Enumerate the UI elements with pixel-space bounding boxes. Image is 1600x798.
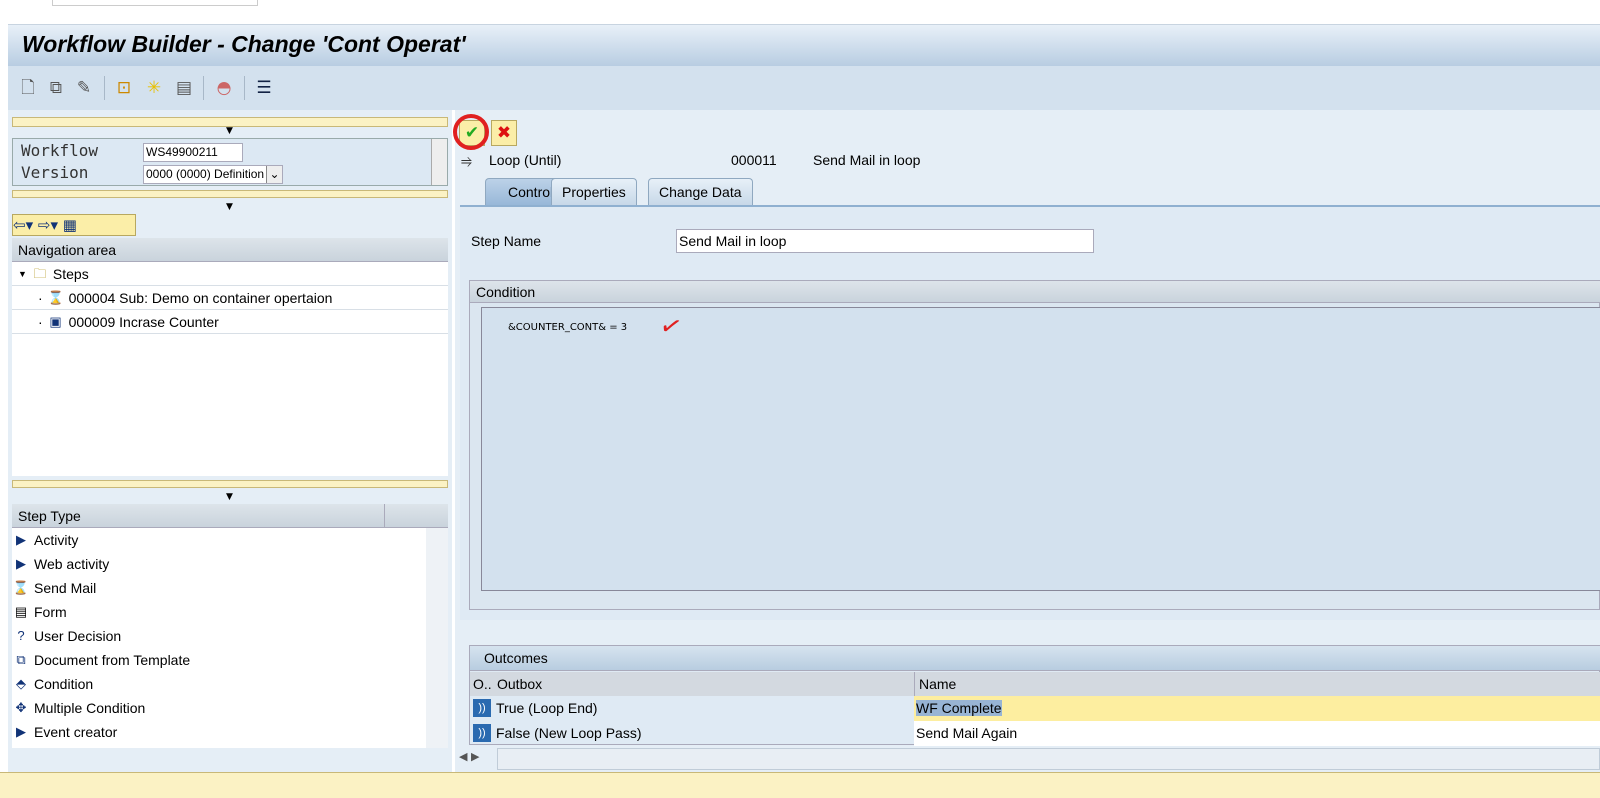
tab-change-data[interactable]: Change Data [648,178,753,205]
collapse-arrow-icon[interactable]: ▼ [226,126,233,136]
nav-buttons: ⇦▾ ⇨▾ ▦ [12,214,136,236]
tree-item[interactable]: · ▣ 000009 Incrase Counter [12,310,448,334]
column-header-name[interactable]: Name [914,672,956,696]
step-type-web-activity[interactable]: ▶ Web activity [12,552,426,576]
step-type-condition[interactable]: ⬘ Condition [12,672,426,696]
version-label: Version [21,163,89,182]
step-number: 000011 [731,152,777,168]
cancel-button[interactable]: ✖ [491,120,517,146]
form-icon: ▤ [14,604,28,619]
copy-icon[interactable]: ⧉ [46,78,66,98]
step-type-form[interactable]: ▤ Form [12,600,426,624]
document-template-icon: ⧉ [16,652,26,667]
folder-icon: 🗀 [33,265,47,281]
step-name-label: Step Name [471,233,542,249]
step-type-multiple-condition[interactable]: ✥ Multiple Condition [12,696,426,720]
scrollbar[interactable] [431,139,447,185]
toolbar: 🗋 ⧉ ✎ ⊡ ✳ ▤ ◓ ☰ [8,66,1600,110]
window-title: Workflow Builder - Change 'Cont Operat' [22,31,466,57]
title-bar: Workflow Builder - Change 'Cont Operat' [8,24,1600,66]
horizontal-scrollbar[interactable] [497,748,1600,770]
loop-icon: ⥤ [461,152,473,168]
multiple-condition-icon: ✥ [15,700,27,715]
print-icon[interactable]: ▤ [174,78,194,98]
annotation-check: ✓ [656,309,686,345]
tree-root-steps[interactable]: ▼ 🗀 Steps [12,262,448,286]
version-select[interactable]: 0000 (0000) Definition ⌄ [143,165,283,184]
activity-icon: ▶ [16,532,26,547]
right-pane: ✔ ✖ ⥤ Loop (Until) 000011 Send Mail in l… [453,110,1600,780]
navigation-header: Navigation area [12,238,448,262]
step-type-scrollbar[interactable] [426,528,448,748]
overview-icon[interactable]: ▦ [63,216,77,234]
collapse-arrow-icon[interactable]: ▼ [226,202,233,212]
step-type-send-mail[interactable]: ⌛ Send Mail [12,576,426,600]
annotation-circle [453,114,489,150]
sparkle-icon[interactable]: ✳ [144,78,164,98]
step-type-document-template[interactable]: ⧉ Document from Template [12,648,426,672]
outcomes-column-headers: O.. Outbox Name [470,672,1600,696]
navigation-tree: ▼ 🗀 Steps · ⌛ 000004 Sub: Demo on container… [12,262,448,476]
step-title: Send Mail in loop [813,152,921,168]
step-type-activity[interactable]: ▶ Activity [12,528,426,552]
back-arrow-icon[interactable]: ⇦▾ [13,216,33,234]
step-type-text: Loop (Until) [489,152,562,168]
new-document-icon[interactable]: 🗋 [18,78,38,98]
step-name-input[interactable]: Send Mail in loop [676,229,1094,253]
step-type-user-decision[interactable]: ? User Decision [12,624,426,648]
outcome-icon: )) [473,699,491,717]
top-input[interactable] [52,0,258,6]
workflow-field[interactable]: WS49900211 [143,143,243,162]
name-cell-input[interactable]: WF Complete [914,696,1600,721]
name-cell[interactable]: Send Mail Again [914,721,1600,746]
outbox-cell: True (Loop End) [496,700,598,716]
web-activity-icon: ▶ [16,556,26,571]
column-header-outbox[interactable]: Outbox [497,672,542,696]
condition-icon: ⬘ [16,676,26,691]
splitter-bar[interactable] [12,190,448,198]
hat-icon[interactable]: ◓ [214,78,234,98]
container-operation-icon: ▣ [49,313,62,329]
column-header-o[interactable]: O.. [473,672,492,696]
left-pane: ▼ Workflow WS49900211 Version 0000 (0000… [8,110,452,780]
condition-text: &COUNTER_CONT& = 3 [508,322,628,333]
workflow-box: Workflow WS49900211 Version 0000 (0000) … [12,138,448,186]
control-panel: Step Name Send Mail in loop Condition &C… [460,205,1600,620]
condition-header: Condition [470,281,1600,303]
outcome-row[interactable]: )) True (Loop End) WF Complete [470,696,1600,721]
event-creator-icon: ▶ [16,724,26,739]
condition-editor[interactable]: &COUNTER_CONT& = 3 ✓ [481,307,1600,591]
step-type-header: Step Type [12,504,448,528]
chevron-down-icon[interactable]: ⌄ [266,166,282,183]
collapse-arrow-icon[interactable]: ▼ [226,492,233,502]
hierarchy-icon[interactable]: ⊡ [114,78,134,98]
outcomes-header: Outcomes [470,646,1600,671]
step-type-list: ▶ Activity ▶ Web activity ⌛ Send Mail ▤ Form… [12,528,426,748]
outcomes-group: Outcomes O.. Outbox Name )) True (Loop E… [469,645,1600,746]
user-decision-icon: ? [17,628,25,643]
layout-icon[interactable]: ☰ [254,78,274,98]
status-bar [0,772,1600,798]
outcome-row[interactable]: )) False (New Loop Pass) Send Mail Again [470,721,1600,746]
edit-pencil-icon[interactable]: ✎ [74,78,94,98]
splitter-bar[interactable] [12,480,448,488]
workflow-label: Workflow [21,141,99,160]
outbox-cell: False (New Loop Pass) [496,725,642,741]
send-mail-icon: ⌛ [12,580,30,595]
tab-properties[interactable]: Properties [551,178,637,205]
outcome-icon: )) [473,724,491,742]
send-mail-icon: ⌛ [47,289,64,305]
step-type-event-creator[interactable]: ▶ Event creator [12,720,426,744]
tree-item[interactable]: · ⌛ 000004 Sub: Demo on container opertai… [12,286,448,310]
condition-group: Condition &COUNTER_CONT& = 3 ✓ [469,280,1600,610]
forward-arrow-icon[interactable]: ⇨▾ [38,216,58,234]
horizontal-scroll-arrows[interactable]: ◀ ▶ [459,750,499,768]
